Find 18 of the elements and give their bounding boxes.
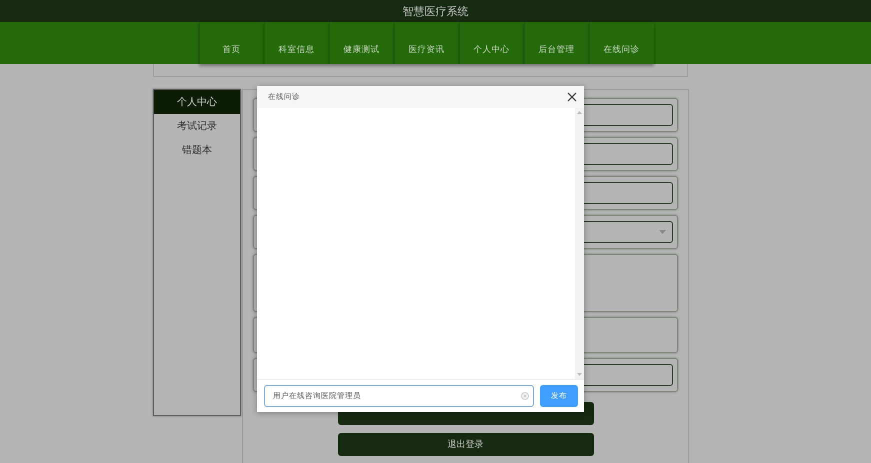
site-title: 智慧医疗系统 [402,4,468,18]
logout-button[interactable]: 退出登录 [338,433,594,456]
scroll-down-icon[interactable] [577,373,582,376]
scrollbar[interactable] [575,108,584,379]
scroll-up-icon[interactable] [577,111,582,114]
nav-tab[interactable]: 健康测试 [328,22,394,64]
nav-tab[interactable]: 个人中心 [458,22,524,64]
caret-icon [659,230,666,234]
nav-tab[interactable]: 首页 [198,22,264,64]
sidebar-item[interactable]: 错题本 [154,138,240,162]
clear-icon[interactable] [521,392,529,400]
close-button[interactable] [567,92,577,102]
sidebar-item[interactable]: 考试记录 [154,114,240,138]
nav-tab[interactable]: 科室信息 [264,22,328,64]
nav-tab[interactable]: 后台管理 [524,22,588,64]
nav-tab[interactable]: 在线问诊 [588,22,654,64]
sidebar-item[interactable]: 个人中心 [154,90,240,114]
nav-tab[interactable]: 医疗资讯 [394,22,458,64]
